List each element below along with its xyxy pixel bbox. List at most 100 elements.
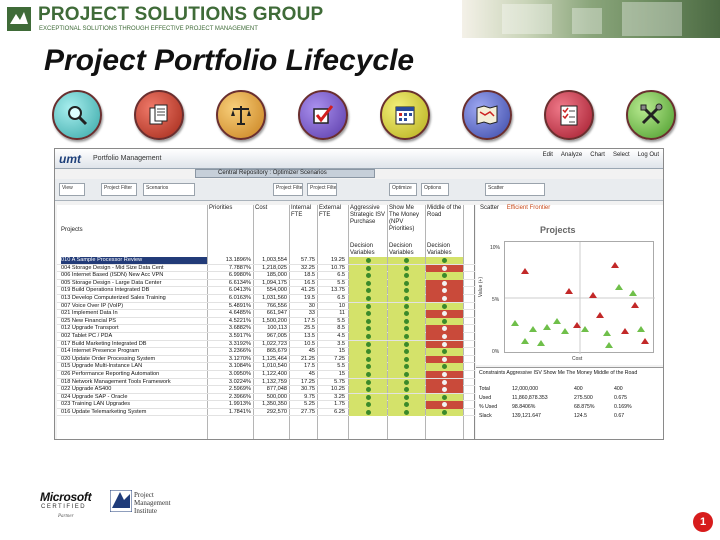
map-icon[interactable] — [462, 90, 512, 140]
decision-cell[interactable] — [388, 294, 425, 303]
decision-cell[interactable] — [388, 310, 425, 318]
col-internal-fte[interactable]: Internal FTE — [291, 205, 317, 219]
repository-tab[interactable]: Central Repository : Optimizer Scenarios — [195, 169, 375, 178]
decision-cell[interactable] — [388, 264, 425, 272]
decision-cell[interactable] — [426, 355, 463, 364]
toolbar-view[interactable]: View — [59, 183, 85, 196]
table-row[interactable]: 016 Update Telemarketing System 1.7841% 29… — [57, 408, 475, 417]
decision-cell[interactable] — [388, 272, 425, 280]
table-row[interactable]: 007 Voice Over IP (VoIP) 5.4891% 766,556 30… — [57, 302, 475, 311]
tab-scatter[interactable]: Scatter — [480, 205, 499, 211]
decision-cell[interactable] — [426, 363, 463, 371]
scales-icon[interactable] — [216, 90, 266, 140]
decision-cell[interactable] — [426, 386, 463, 394]
tab-efficient-frontier[interactable]: Efficient Frontier — [507, 205, 551, 211]
decision-cell[interactable] — [349, 340, 387, 348]
decision-cell[interactable] — [349, 279, 387, 288]
decision-cell[interactable] — [426, 264, 463, 272]
decision-cell[interactable] — [426, 340, 463, 348]
table-row[interactable]: 012 Upgrade Transport 3.6882% 100,113 25.5 8… — [57, 325, 475, 333]
table-row[interactable]: 019 Build Operations Integrated DB 6.0413… — [57, 287, 475, 295]
col-middle-road[interactable]: Middle of the Road — [427, 205, 463, 219]
decision-cell[interactable] — [388, 332, 425, 341]
menu-edit[interactable]: Edit — [543, 152, 553, 158]
decision-cell[interactable] — [426, 310, 463, 318]
col-priorities[interactable]: Priorities — [209, 205, 249, 212]
col-external-fte[interactable]: External FTE — [319, 205, 345, 219]
toolbar-scatter[interactable]: Scatter — [485, 183, 545, 196]
decision-cell[interactable] — [388, 363, 425, 371]
decision-cell[interactable] — [349, 408, 387, 417]
decision-cell[interactable] — [388, 393, 425, 402]
decision-cell[interactable] — [349, 317, 387, 326]
decision-cell[interactable] — [388, 378, 425, 386]
table-row[interactable]: 005 Storage Design - Large Data Center 6.… — [57, 279, 475, 288]
toolbar-options[interactable]: Options — [421, 183, 449, 196]
decision-cell[interactable] — [388, 302, 425, 310]
decision-cell[interactable] — [426, 378, 463, 386]
decision-cell[interactable] — [349, 401, 387, 409]
decision-cell[interactable] — [349, 332, 387, 341]
decision-cell[interactable] — [349, 370, 387, 379]
menu-select[interactable]: Select — [613, 152, 630, 158]
decision-cell[interactable] — [388, 257, 425, 265]
table-row[interactable]: 023 Training LAN Upgrades 1.9913% 1,350,35… — [57, 401, 475, 409]
decision-cell[interactable] — [388, 340, 425, 348]
table-row[interactable]: 017 Build Marketing Integrated DB 3.3192%… — [57, 340, 475, 349]
decision-cell[interactable] — [426, 393, 463, 402]
decision-cell[interactable] — [426, 325, 463, 333]
table-row[interactable]: 002 Tablet PC / PDA 3.5917% 967,005 13.5 4.5 — [57, 332, 475, 341]
decision-cell[interactable] — [349, 302, 387, 310]
decision-cell[interactable] — [426, 332, 463, 341]
decision-cell[interactable] — [349, 393, 387, 402]
decision-cell[interactable] — [388, 279, 425, 288]
decision-cell[interactable] — [426, 401, 463, 409]
decision-cell[interactable] — [426, 348, 463, 356]
menu-analyze[interactable]: Analyze — [561, 152, 582, 158]
toolbar-filter-3[interactable]: Project Filter — [307, 183, 337, 196]
tools-icon[interactable] — [626, 90, 676, 140]
decision-cell[interactable] — [349, 294, 387, 303]
decision-cell[interactable] — [426, 257, 463, 265]
decision-cell[interactable] — [388, 325, 425, 333]
table-row[interactable]: 015 Upgrade Multi-Instance LAN 3.1084% 1,0… — [57, 363, 475, 371]
checkbox-icon[interactable] — [298, 90, 348, 140]
toolbar-filter-2[interactable]: Project Filter — [273, 183, 303, 196]
table-row[interactable]: 026 Performance Reporting Automation 3.09… — [57, 370, 475, 379]
decision-cell[interactable] — [426, 302, 463, 310]
table-row[interactable]: 024 Upgrade SAP - Oracle 2.3966% 500,000 9.… — [57, 393, 475, 402]
table-row[interactable]: 013 Develop Computerized Sales Training 6… — [57, 294, 475, 303]
decision-cell[interactable] — [426, 279, 463, 288]
calendar-icon[interactable] — [380, 90, 430, 140]
col-aggressive[interactable]: Aggressive Strategic ISV Purchase — [350, 205, 386, 226]
decision-cell[interactable] — [388, 408, 425, 417]
table-row[interactable]: 014 Internet Presence Program 3.2366% 865,… — [57, 348, 475, 356]
decision-cell[interactable] — [388, 370, 425, 379]
decision-cell[interactable] — [349, 363, 387, 371]
decision-cell[interactable] — [349, 264, 387, 272]
table-row[interactable]: 021 Implement Data In 4.6485% 661,947 33 11 — [57, 310, 475, 318]
decision-cell[interactable] — [426, 294, 463, 303]
toolbar-scenarios[interactable]: Scenarios — [143, 183, 195, 196]
decision-cell[interactable] — [388, 386, 425, 394]
col-cost[interactable]: Cost — [255, 205, 285, 212]
checklist-icon[interactable] — [544, 90, 594, 140]
decision-cell[interactable] — [349, 310, 387, 318]
decision-cell[interactable] — [349, 272, 387, 280]
decision-cell[interactable] — [388, 401, 425, 409]
magnifier-icon[interactable] — [52, 90, 102, 140]
decision-cell[interactable] — [388, 348, 425, 356]
decision-cell[interactable] — [426, 408, 463, 417]
menu-log-out[interactable]: Log Out — [638, 152, 659, 158]
decision-cell[interactable] — [349, 386, 387, 394]
toolbar-optimize[interactable]: Optimize — [389, 183, 417, 196]
decision-cell[interactable] — [349, 348, 387, 356]
decision-cell[interactable] — [388, 355, 425, 364]
table-row[interactable]: 025 New Financial PS 4.5221% 1,500,200 17.5… — [57, 317, 475, 326]
decision-cell[interactable] — [426, 272, 463, 280]
table-row[interactable]: 020 Update Order Processing System 3.1270… — [57, 355, 475, 364]
table-row[interactable]: 010 A Sample Processor Review 13.1896% 1,0… — [57, 257, 475, 265]
decision-cell[interactable] — [349, 355, 387, 364]
decision-cell[interactable] — [388, 287, 425, 295]
table-row[interactable]: 018 Network Management Tools Framework 3.… — [57, 378, 475, 387]
